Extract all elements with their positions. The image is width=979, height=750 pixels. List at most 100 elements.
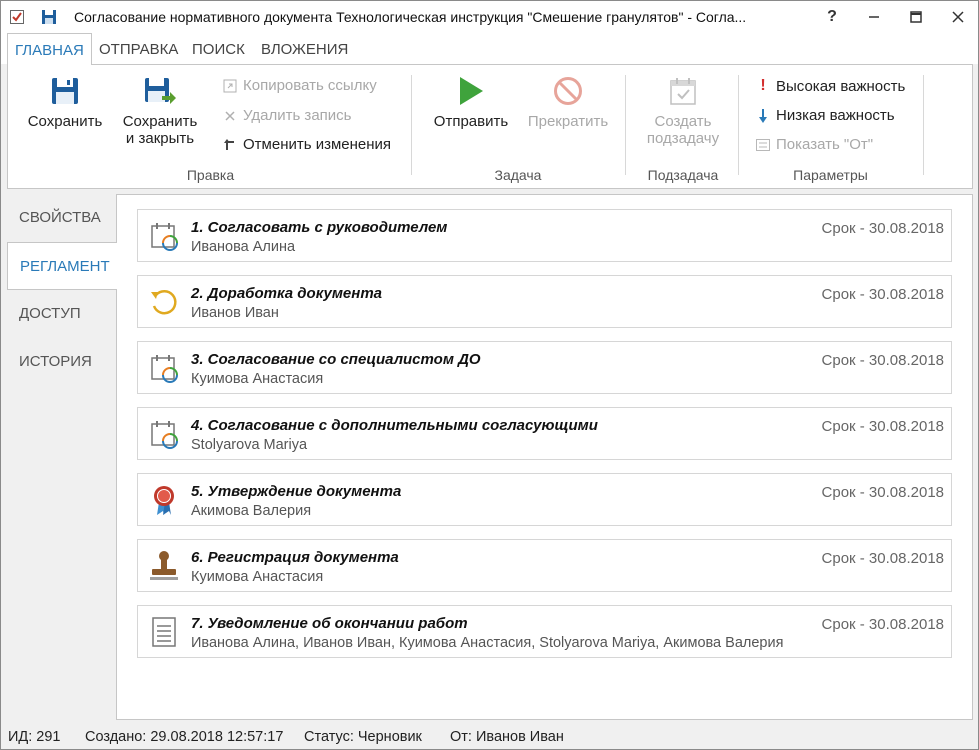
group-edit-label: Правка xyxy=(186,167,235,183)
stop-button[interactable]: Прекратить xyxy=(520,75,616,130)
status-created: Создано: 29.08.2018 12:57:17 xyxy=(85,729,284,745)
step-assignees: Акимова Валерия xyxy=(191,503,312,519)
send-label: Отправить xyxy=(433,113,509,130)
tab-search[interactable]: ПОИСК xyxy=(185,33,252,64)
step-card[interactable]: 1. Согласовать с руководителем Иванова А… xyxy=(137,209,952,262)
save-icon[interactable] xyxy=(33,1,65,33)
close-button[interactable] xyxy=(935,1,979,33)
undo-changes-button[interactable]: Отменить изменения xyxy=(221,136,391,153)
delete-record-label: Удалить запись xyxy=(243,107,352,124)
step-due-date: Срок - 30.08.2018 xyxy=(821,352,944,369)
copy-link-label: Копировать ссылку xyxy=(243,77,377,94)
tab-attachments[interactable]: ВЛОЖЕНИЯ xyxy=(254,33,355,64)
minimize-icon xyxy=(869,16,879,18)
step-card[interactable]: 2. Доработка документа Иванов Иван Срок … xyxy=(137,275,952,328)
copy-link-icon xyxy=(221,79,239,93)
create-subtask-label-line1: Создать xyxy=(654,113,712,130)
tab-main[interactable]: ГЛАВНАЯ xyxy=(7,33,92,65)
step-card[interactable]: 4. Согласование с дополнительными соглас… xyxy=(137,407,952,460)
step-due-date: Срок - 30.08.2018 xyxy=(821,484,944,501)
rework-icon xyxy=(147,285,181,319)
list-icon xyxy=(754,138,772,151)
step-due-date: Срок - 30.08.2018 xyxy=(821,220,944,237)
task-check-icon[interactable] xyxy=(1,1,33,33)
app-window: Согласование нормативного документа Техн… xyxy=(0,0,979,750)
ribbon-separator xyxy=(625,75,626,175)
calendar-approval-icon xyxy=(147,417,181,451)
exclamation-icon: ! xyxy=(760,77,766,94)
step-due-date: Срок - 30.08.2018 xyxy=(821,418,944,435)
high-importance-label: Высокая важность xyxy=(776,77,906,95)
low-importance-button[interactable]: Низкая важность xyxy=(754,107,895,124)
title-bar: Согласование нормативного документа Техн… xyxy=(1,1,978,33)
delete-record-button[interactable]: Удалить запись xyxy=(221,107,351,124)
status-state: Статус: Черновик xyxy=(304,729,422,745)
side-tab-history[interactable]: ИСТОРИЯ xyxy=(7,338,117,386)
high-importance-button[interactable]: ! Высокая важность xyxy=(754,77,905,95)
send-button[interactable]: Отправить xyxy=(426,75,516,130)
step-assignees: Иванов Иван xyxy=(191,305,279,321)
step-title: 6. Регистрация документа xyxy=(191,549,399,566)
award-icon xyxy=(147,483,181,517)
side-tab-reglament[interactable]: РЕГЛАМЕНТ xyxy=(7,242,117,290)
step-card[interactable]: 5. Утверждение документа Акимова Валерия… xyxy=(137,473,952,526)
step-title: 1. Согласовать с руководителем xyxy=(191,219,448,236)
undo-icon xyxy=(221,138,239,152)
step-assignees: Иванова Алина xyxy=(191,239,296,255)
step-assignees: Куимова Анастасия xyxy=(191,371,324,387)
show-from-button[interactable]: Показать "От" xyxy=(754,136,873,153)
maximize-button[interactable] xyxy=(893,1,939,33)
minimize-button[interactable] xyxy=(851,1,897,33)
save-close-label-line1: Сохранить xyxy=(122,113,198,130)
ribbon-separator xyxy=(738,75,739,175)
delete-icon xyxy=(221,110,239,122)
close-icon xyxy=(952,11,964,23)
step-title: 5. Утверждение документа xyxy=(191,483,402,500)
group-params-label: Параметры xyxy=(793,167,868,183)
save-close-label-line2: и закрыть xyxy=(125,130,195,147)
side-tab-access[interactable]: ДОСТУП xyxy=(7,290,117,338)
low-importance-label: Низкая важность xyxy=(776,107,895,124)
step-title: 4. Согласование с дополнительными соглас… xyxy=(191,417,598,434)
step-card[interactable]: 7. Уведомление об окончании работ Иванов… xyxy=(137,605,952,658)
show-from-label: Показать "От" xyxy=(776,136,874,153)
stamp-icon xyxy=(147,549,181,583)
ribbon-separator xyxy=(923,75,924,175)
step-assignees: Иванова Алина, Иванов Иван, Куимова Анас… xyxy=(191,635,784,651)
create-subtask-label-line2: подзадачу xyxy=(646,130,720,147)
tab-send[interactable]: ОТПРАВКА xyxy=(92,33,185,64)
status-id: ИД: 291 xyxy=(8,729,61,745)
step-card[interactable]: 3. Согласование со специалистом ДО Куимо… xyxy=(137,341,952,394)
step-title: 7. Уведомление об окончании работ xyxy=(191,615,468,632)
play-icon xyxy=(426,75,516,107)
ribbon-panel: Сохранить Сохранить и закрыть Копировать… xyxy=(7,64,973,189)
status-bar: ИД: 291 Создано: 29.08.2018 12:57:17 Ста… xyxy=(1,723,978,750)
step-due-date: Срок - 30.08.2018 xyxy=(821,550,944,567)
save-button[interactable]: Сохранить xyxy=(20,75,110,130)
calendar-approval-icon xyxy=(147,219,181,253)
calendar-check-icon xyxy=(635,75,731,107)
ribbon-separator xyxy=(411,75,412,175)
step-title: 2. Доработка документа xyxy=(191,285,383,302)
help-button[interactable]: ? xyxy=(809,1,855,33)
step-title: 3. Согласование со специалистом ДО xyxy=(191,351,481,368)
save-and-close-button[interactable]: Сохранить и закрыть xyxy=(115,75,205,147)
undo-changes-label: Отменить изменения xyxy=(243,136,392,153)
reglament-panel: 1. Согласовать с руководителем Иванова А… xyxy=(116,194,973,720)
status-from: От: Иванов Иван xyxy=(450,729,564,745)
calendar-approval-icon xyxy=(147,351,181,385)
save-close-icon xyxy=(115,75,205,107)
step-assignees: Stolyarova Mariya xyxy=(191,437,308,453)
group-subtask-label: Подзадача xyxy=(647,167,719,183)
window-title: Согласование нормативного документа Техн… xyxy=(74,9,747,25)
save-icon xyxy=(20,75,110,107)
group-task-label: Задача xyxy=(494,167,542,183)
create-subtask-button[interactable]: Создать подзадачу xyxy=(635,75,731,147)
step-due-date: Срок - 30.08.2018 xyxy=(821,616,944,633)
side-tab-properties[interactable]: СВОЙСТВА xyxy=(7,194,117,242)
maximize-icon xyxy=(910,11,922,23)
document-icon xyxy=(147,615,181,649)
step-card[interactable]: 6. Регистрация документа Куимова Анастас… xyxy=(137,539,952,592)
step-due-date: Срок - 30.08.2018 xyxy=(821,286,944,303)
copy-link-button[interactable]: Копировать ссылку xyxy=(221,77,377,94)
